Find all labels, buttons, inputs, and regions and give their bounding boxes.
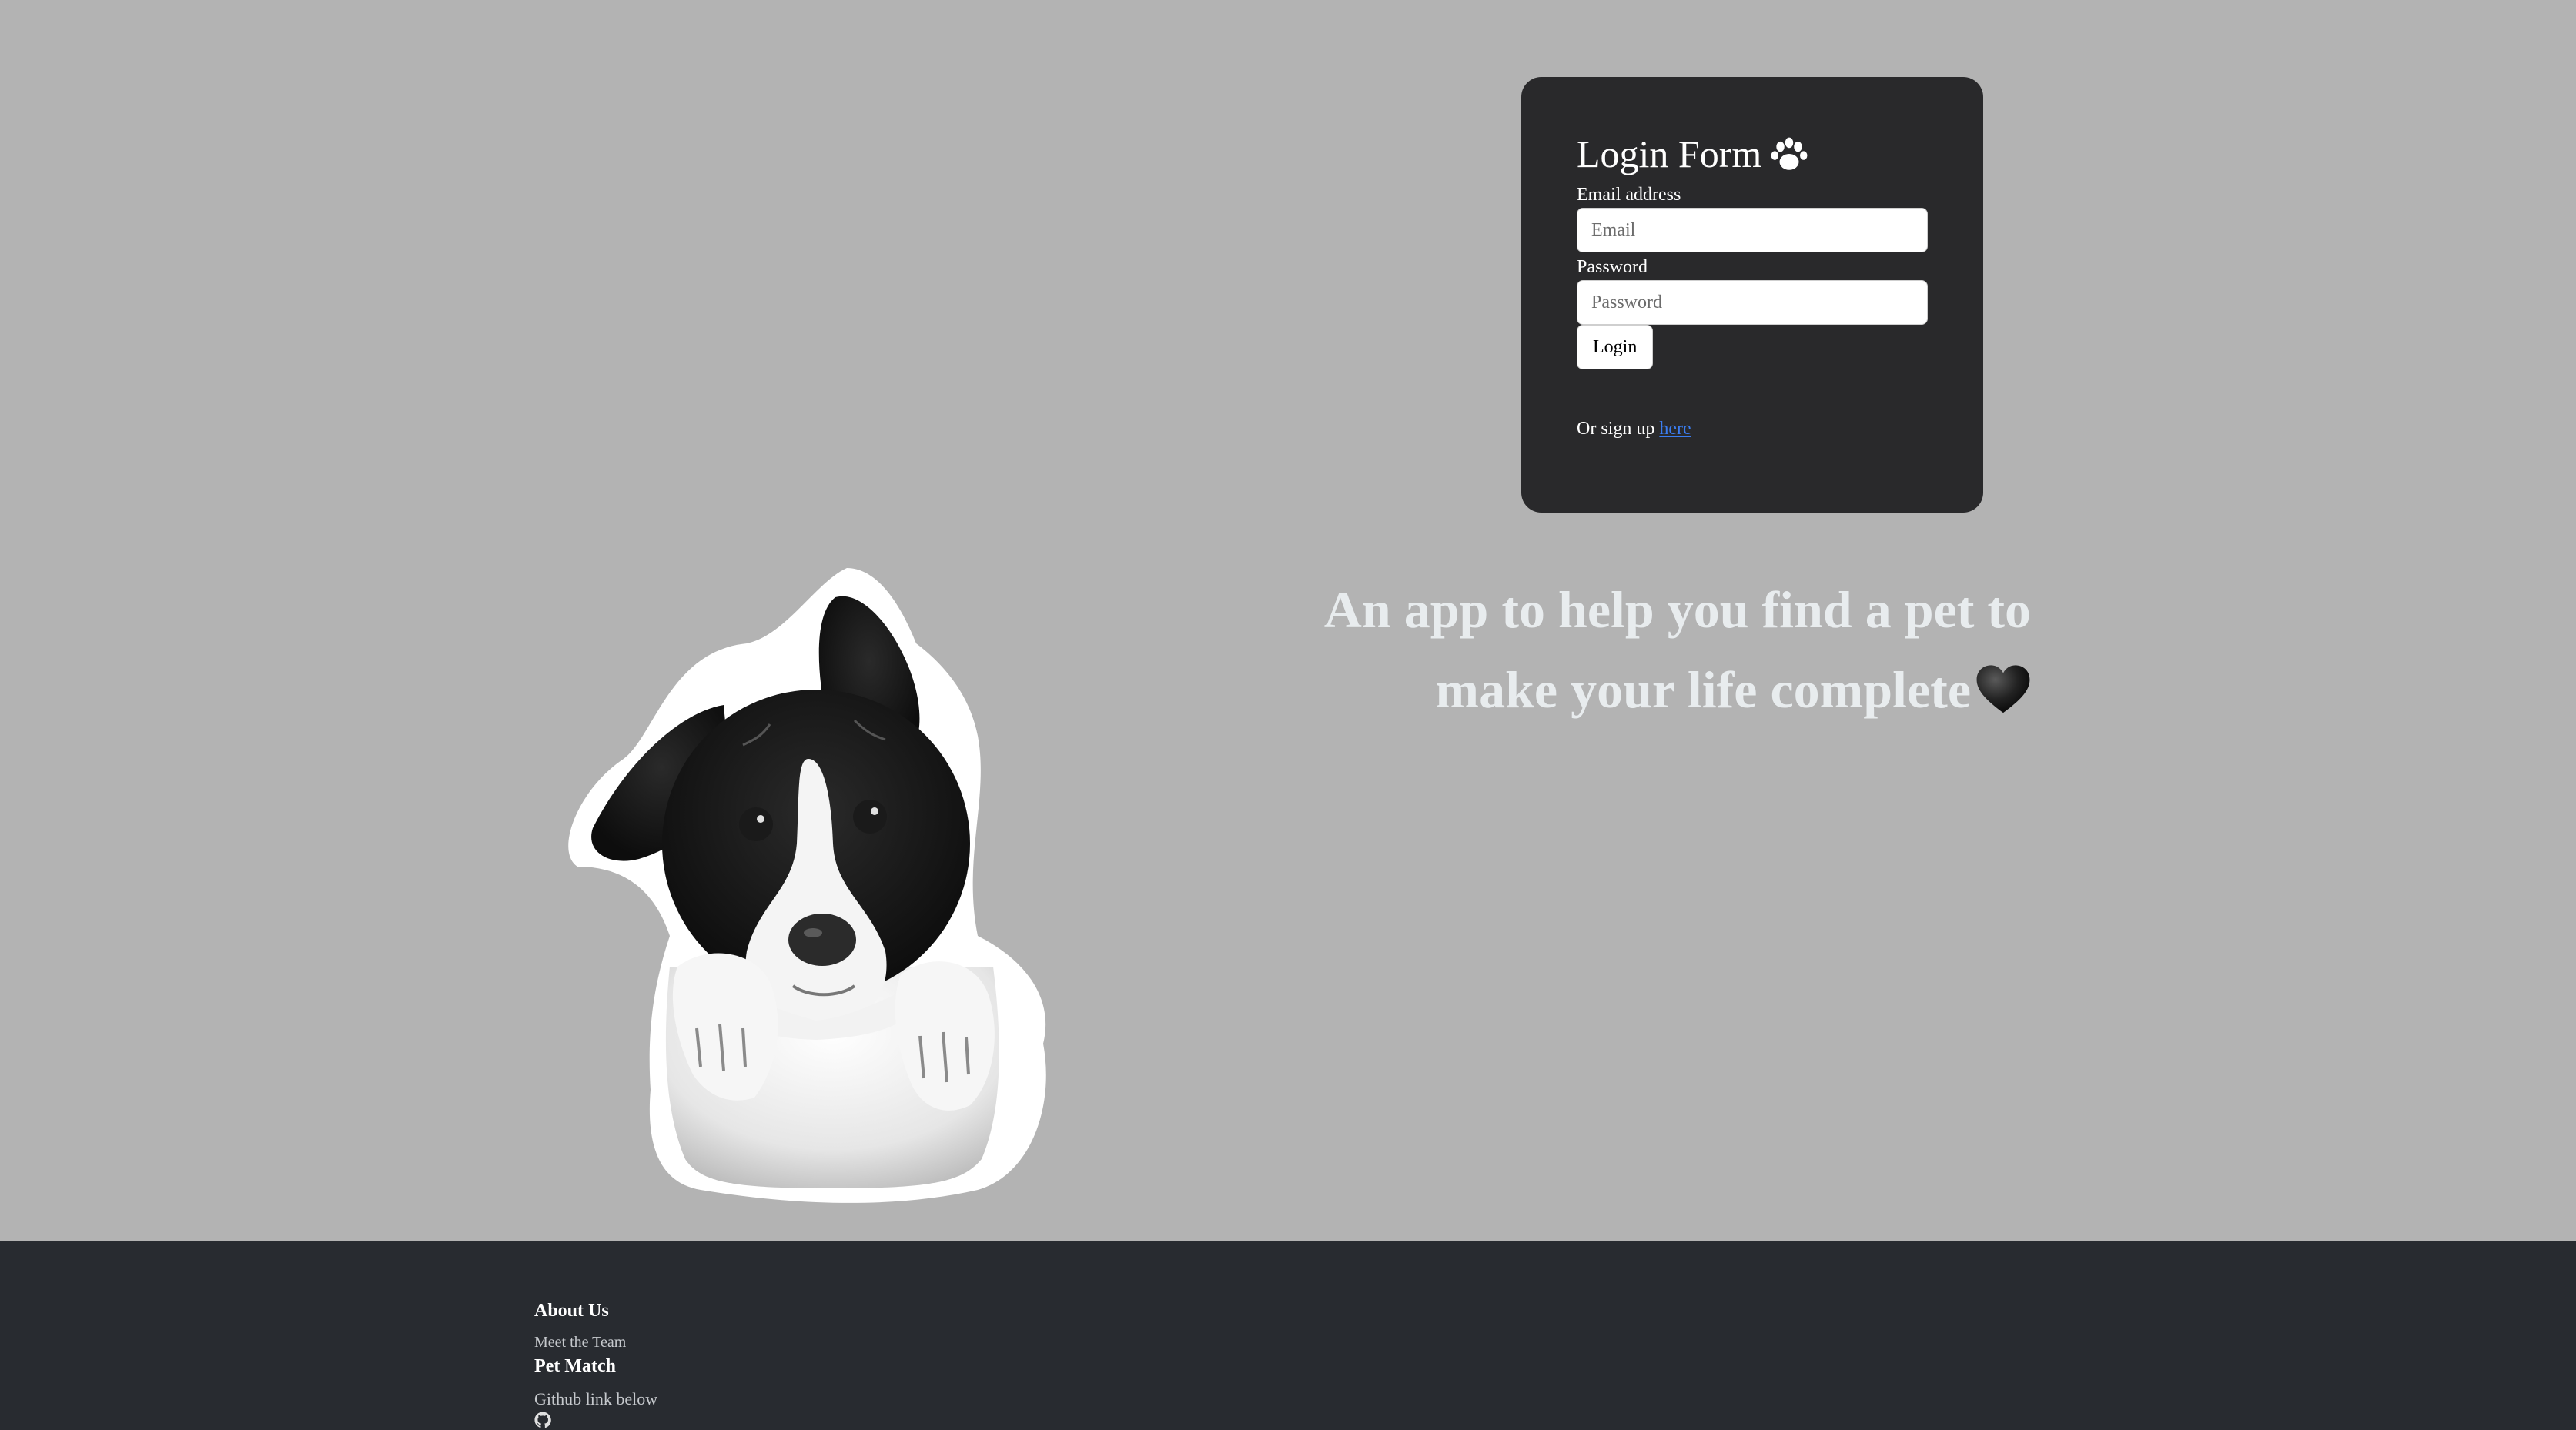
footer: About Us Meet the Team Pet Match Github … [0, 1241, 2576, 1430]
email-label: Email address [1577, 185, 1681, 205]
signup-line: Or sign up here [1577, 417, 1928, 440]
tagline-line-2: make your life complete [1435, 660, 1971, 719]
login-title-text: Login Form [1577, 132, 1762, 175]
email-input[interactable] [1577, 208, 1928, 252]
hero-tagline: An app to help you find a pet to make yo… [1184, 570, 2031, 730]
paw-icon [1771, 137, 1808, 170]
login-button[interactable]: Login [1577, 325, 1654, 369]
github-icon[interactable] [534, 1412, 551, 1428]
signup-link[interactable]: here [1659, 419, 1691, 439]
tagline-line-1: An app to help you find a pet to [1323, 580, 2031, 639]
black-heart-icon [1976, 665, 2030, 713]
signup-prefix: Or sign up [1577, 419, 1655, 439]
password-label: Password [1577, 257, 1648, 277]
footer-about-heading: About Us [534, 1301, 609, 1321]
github-text: Github link below [534, 1389, 658, 1408]
footer-app-heading: Pet Match [534, 1356, 616, 1376]
meet-the-team-link[interactable]: Meet the Team [534, 1333, 2576, 1351]
login-title: Login Form [1577, 128, 1928, 180]
footer-about-section: About Us Meet the Team [534, 1241, 2576, 1351]
dog-illustration [568, 568, 1046, 1203]
login-card: Login Form Email address Password Login … [1521, 77, 1983, 513]
password-input[interactable] [1577, 280, 1928, 325]
